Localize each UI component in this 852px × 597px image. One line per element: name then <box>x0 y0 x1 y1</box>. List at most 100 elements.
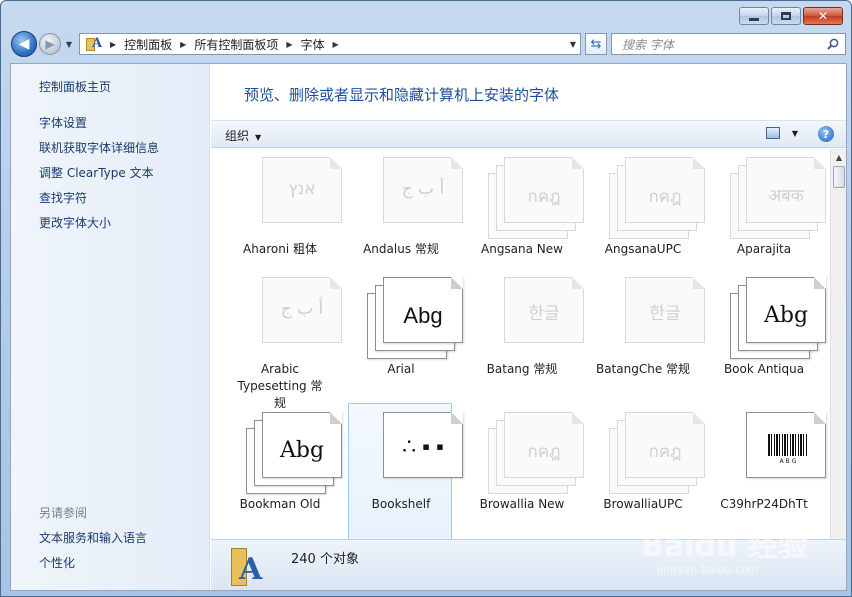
forward-arrow-icon: ▶ <box>45 37 55 51</box>
minimize-icon <box>749 17 759 21</box>
watermark-logo: Baidu 经验 <box>641 529 808 564</box>
scroll-up-icon[interactable]: ▲ <box>831 149 847 165</box>
font-sample-text: ∴ ▪ ▪ <box>402 434 444 459</box>
font-sample-text: Abg <box>279 438 325 463</box>
font-preview-icon: ∴ ▪ ▪ <box>367 412 463 494</box>
font-preview-icon: กคฎ <box>609 157 705 239</box>
font-tile[interactable]: أ ب ج Arabic Typesetting 常规 <box>228 269 342 419</box>
search-input[interactable]: 搜索 字体 <box>622 36 674 53</box>
control-panel-home-link[interactable]: 控制面板主页 <box>39 78 111 95</box>
recent-pages-dropdown[interactable]: ▼ <box>63 40 75 49</box>
command-bar: 组织 ▼ ▼ ? <box>211 120 846 148</box>
font-name-label: Book Antiqua <box>723 362 805 376</box>
font-sample-text: กคฎ <box>527 187 561 207</box>
font-tile[interactable]: 한글 Batang 常规 <box>470 269 584 419</box>
font-preview-icon: กคฎ <box>488 412 584 494</box>
change-view-icon[interactable] <box>765 127 780 139</box>
breadcrumb-control-panel[interactable]: 控制面板 <box>124 36 172 53</box>
content-area: 控制面板主页 字体设置 联机获取字体详细信息 调整 ClearType 文本 查… <box>10 63 847 591</box>
search-icon[interactable] <box>827 38 839 50</box>
font-tile[interactable]: กคฎ BrowalliaUPC <box>591 404 705 539</box>
window-frame: ✕ ◀ ▶ ▼ A ▶ 控制面板 ▶ 所有控制面板项 ▶ 字体 ▶ ▼ ⇆ 搜索… <box>0 0 852 597</box>
font-tile[interactable]: Abg Book Antiqua <box>712 269 826 419</box>
font-sample-text: กคฎ <box>648 187 682 207</box>
font-tile[interactable]: A B G C39hrP24DhTt <box>712 404 826 539</box>
vertical-scrollbar[interactable]: ▲ <box>830 149 846 539</box>
font-name-label: Browallia New <box>479 497 565 511</box>
online-font-info-link[interactable]: 联机获取字体详细信息 <box>39 139 159 156</box>
main-pane: 预览、删除或者显示和隐藏计算机上安装的字体 组织 ▼ ▼ ? אנץ Aharoni… <box>211 64 846 590</box>
font-name-label: AngsanaUPC <box>604 242 682 256</box>
find-character-link[interactable]: 查找字符 <box>39 189 87 206</box>
font-sample-text: กคฎ <box>527 442 561 462</box>
chevron-right-icon[interactable]: ▶ <box>110 40 116 49</box>
font-sample-text: 한글 <box>649 304 681 324</box>
font-tile[interactable]: ∴ ▪ ▪ Bookshelf <box>348 403 463 539</box>
font-name-label: Batang 常规 <box>486 362 558 376</box>
address-dropdown-icon[interactable]: ▼ <box>570 40 576 49</box>
refresh-button[interactable]: ⇆ <box>585 33 607 55</box>
font-tile[interactable]: Abg Bookman Old <box>228 404 342 539</box>
fonts-folder-icon: A <box>231 546 271 590</box>
maximize-icon <box>781 12 791 20</box>
forward-button[interactable]: ▶ <box>39 33 61 55</box>
search-box[interactable]: 搜索 字体 <box>611 33 846 55</box>
page-header: 预览、删除或者显示和隐藏计算机上安装的字体 <box>211 64 846 120</box>
maximize-button[interactable] <box>771 7 801 25</box>
chevron-right-icon[interactable]: ▶ <box>286 40 292 49</box>
organize-menu-button[interactable]: 组织 ▼ <box>225 127 261 144</box>
font-preview-icon: A B G <box>730 412 826 494</box>
font-sample-text: Abg <box>763 303 809 328</box>
font-sample-text: 한글 <box>528 304 560 324</box>
font-name-label: BrowalliaUPC <box>603 497 683 511</box>
organize-label: 组织 <box>225 129 250 143</box>
task-pane: 控制面板主页 字体设置 联机获取字体详细信息 调整 ClearType 文本 查… <box>11 64 210 590</box>
font-preview-icon: 한글 <box>609 277 705 359</box>
page-title: 预览、删除或者显示和隐藏计算机上安装的字体 <box>244 86 560 104</box>
navigation-bar: ◀ ▶ ▼ A ▶ 控制面板 ▶ 所有控制面板项 ▶ 字体 ▶ ▼ ⇆ 搜索 字… <box>11 31 846 57</box>
font-preview-icon: Abg <box>730 277 826 359</box>
chevron-down-icon: ▼ <box>255 133 262 142</box>
font-sample-text: Abg <box>403 303 443 328</box>
chevron-right-icon[interactable]: ▶ <box>180 40 186 49</box>
change-font-size-link[interactable]: 更改字体大小 <box>39 214 111 231</box>
caption-buttons: ✕ <box>739 7 843 25</box>
font-sample-text: أ ب ج <box>401 179 445 199</box>
back-button[interactable]: ◀ <box>11 31 37 57</box>
font-settings-link[interactable]: 字体设置 <box>39 114 87 131</box>
font-sample-text: אנץ <box>288 179 316 199</box>
breadcrumb-fonts[interactable]: 字体 <box>301 36 325 53</box>
font-sample-text: أ ب ج <box>280 299 324 319</box>
font-name-label: C39hrP24DhTt <box>720 497 808 511</box>
font-preview-icon: Abg <box>367 277 463 359</box>
font-tile[interactable]: กคฎ Browallia New <box>470 404 584 539</box>
chevron-right-icon[interactable]: ▶ <box>333 40 339 49</box>
font-tile[interactable]: Abg Arial <box>349 269 463 419</box>
font-sample-text: अबक <box>768 186 804 206</box>
text-services-link[interactable]: 文本服务和输入语言 <box>39 529 147 546</box>
back-arrow-icon: ◀ <box>18 36 30 52</box>
help-icon[interactable]: ? <box>818 126 834 142</box>
font-preview-icon: กคฎ <box>488 157 584 239</box>
font-name-label: Aharoni 粗体 <box>243 242 317 256</box>
close-button[interactable]: ✕ <box>803 7 843 25</box>
breadcrumb-all-items[interactable]: 所有控制面板项 <box>194 36 278 53</box>
font-name-label: Bookman Old <box>239 497 321 511</box>
scrollbar-thumb[interactable] <box>833 166 845 188</box>
address-bar[interactable]: A ▶ 控制面板 ▶ 所有控制面板项 ▶ 字体 ▶ ▼ <box>79 33 581 55</box>
personalization-link[interactable]: 个性化 <box>39 554 75 571</box>
cleartype-link[interactable]: 调整 ClearType 文本 <box>39 164 154 181</box>
minimize-button[interactable] <box>739 7 769 25</box>
font-name-label: Bookshelf <box>371 497 431 511</box>
font-name-label: Angsana New <box>481 242 563 256</box>
barcode-sample <box>768 434 808 456</box>
font-tile[interactable]: 한글 BatangChe 常规 <box>591 269 705 419</box>
close-icon: ✕ <box>817 9 829 23</box>
font-preview-icon: אנץ <box>246 157 342 239</box>
font-name-label: Aparajita <box>736 242 792 256</box>
font-preview-icon: 한글 <box>488 277 584 359</box>
font-name-label: Arial <box>387 362 415 376</box>
font-preview-icon: अबक <box>730 157 826 239</box>
view-controls: ▼ <box>765 127 798 139</box>
view-dropdown-icon[interactable]: ▼ <box>792 129 798 138</box>
